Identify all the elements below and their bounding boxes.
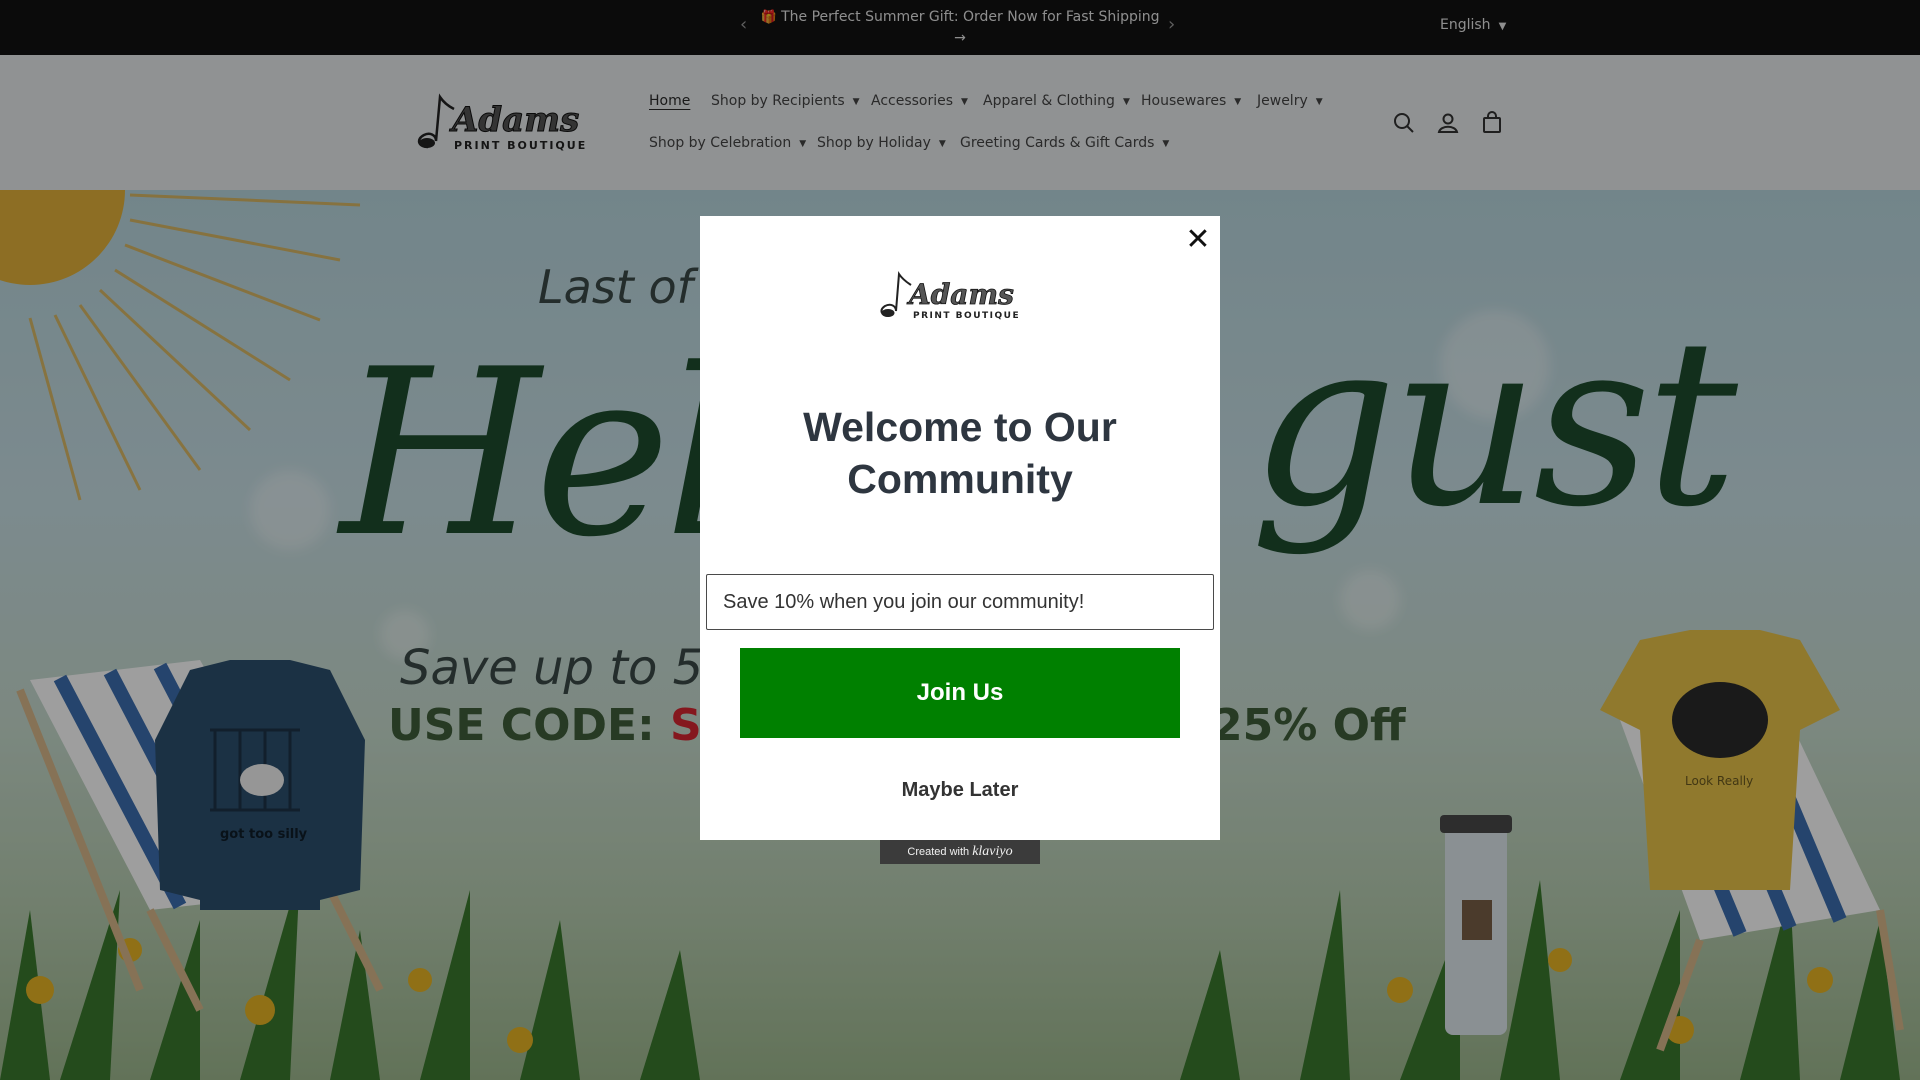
maybe-later-button[interactable]: Maybe Later bbox=[840, 774, 1080, 806]
popup-title: Welcome to Our Community bbox=[803, 404, 1117, 502]
popup-logo-top: Adams bbox=[906, 278, 1014, 311]
join-us-button[interactable]: Join Us bbox=[740, 648, 1180, 738]
signup-popup: ✕ Adams PRINT BOUTIQUE Welcome to Our Co… bbox=[700, 216, 1220, 840]
close-icon[interactable]: ✕ bbox=[1184, 225, 1212, 255]
popup-logo-bottom: PRINT BOUTIQUE bbox=[913, 311, 1020, 321]
klaviyo-badge[interactable]: Created with klaviyo bbox=[880, 840, 1040, 864]
email-field[interactable] bbox=[706, 574, 1214, 630]
popup-logo: Adams PRINT BOUTIQUE bbox=[875, 266, 1035, 324]
badge-prefix: Created with bbox=[907, 846, 970, 858]
badge-brand: klaviyo bbox=[972, 844, 1013, 859]
